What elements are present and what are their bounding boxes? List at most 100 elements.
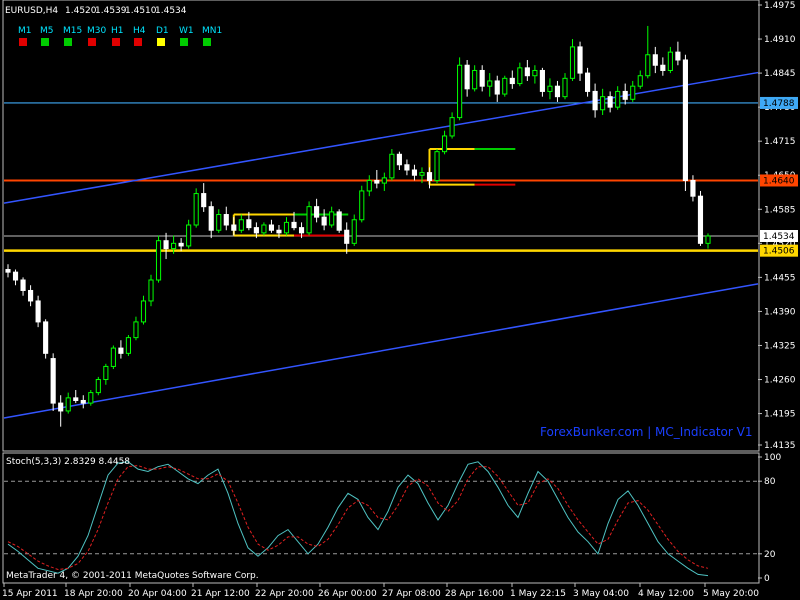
price-level-labels: 1.4788 1.4640 1.4534 1.4506 xyxy=(760,96,798,257)
price-level-label: 1.4788 xyxy=(763,99,795,109)
candle-body xyxy=(426,172,433,181)
candle-body xyxy=(472,69,478,90)
candle-body xyxy=(434,151,440,181)
candle-body xyxy=(690,179,696,197)
candle-body xyxy=(607,96,613,108)
candle-body xyxy=(118,347,124,354)
candle-body xyxy=(321,216,327,226)
candle-body xyxy=(366,179,372,192)
timeframe-label-m30[interactable]: M30 xyxy=(87,26,106,36)
timeframe-status-w1 xyxy=(180,38,188,46)
candle-body xyxy=(12,271,19,281)
candle-body xyxy=(532,69,538,77)
candle-body xyxy=(682,59,688,181)
time-tick-label: 4 May 12:00 xyxy=(638,589,694,599)
candle-body xyxy=(404,164,410,171)
candle-body xyxy=(697,195,704,244)
candle-body xyxy=(163,240,169,250)
candle-body xyxy=(125,337,131,354)
candle-body xyxy=(464,64,470,90)
candle-body xyxy=(637,75,643,87)
timeframe-status-mn1 xyxy=(203,38,211,46)
price-tick-label: 1.4390 xyxy=(764,307,796,317)
copyright-text: MetaTrader 4, © 2001-2011 MetaQuotes Sof… xyxy=(6,571,259,581)
timeframe-status-m5 xyxy=(41,38,49,46)
time-tick-label: 1 May 22:15 xyxy=(510,589,566,599)
timeframe-label-m15[interactable]: M15 xyxy=(63,26,82,36)
price-tick-label: 1.4585 xyxy=(764,205,796,215)
ohlc-low: 1.4510 xyxy=(125,6,157,16)
candle-body xyxy=(396,153,402,166)
time-tick-label: 21 Apr 12:00 xyxy=(191,589,250,599)
time-tick-label: 15 Apr 2011 xyxy=(2,589,58,599)
candle-body xyxy=(88,392,94,404)
ohlc-close: 1.4534 xyxy=(155,6,187,16)
time-tick-label: 22 Apr 20:00 xyxy=(255,589,314,599)
candle-body xyxy=(223,214,229,226)
candle-body xyxy=(562,77,568,98)
price-tick-label: 1.4715 xyxy=(764,137,796,147)
candle-body xyxy=(276,229,282,234)
timeframe-label-h4[interactable]: H4 xyxy=(133,26,146,36)
candle-body xyxy=(441,135,448,153)
mt4-chart-window[interactable]: 1.49751.49101.48451.47801.47151.46501.45… xyxy=(0,0,800,600)
ohlc-high: 1.4539 xyxy=(95,6,127,16)
candle-body xyxy=(660,64,666,71)
candle-body xyxy=(65,397,71,412)
time-tick-label: 5 May 20:00 xyxy=(703,589,759,599)
candle-body xyxy=(592,90,598,111)
candle-body xyxy=(193,193,199,226)
candle-body xyxy=(43,321,49,354)
price-axis: 1.49751.49101.48451.47801.47151.46501.45… xyxy=(758,1,796,451)
timeframe-label-d1[interactable]: D1 xyxy=(156,26,169,36)
candle-body xyxy=(171,242,177,250)
stoch-tick-label: 100 xyxy=(764,453,781,463)
candle-body xyxy=(645,54,651,77)
candle-body xyxy=(374,179,380,184)
candle-body xyxy=(178,242,184,247)
candle-body xyxy=(381,177,387,184)
candle-body xyxy=(524,67,530,77)
candle-body xyxy=(487,80,493,87)
candle-body xyxy=(411,169,418,176)
candle-body xyxy=(186,224,192,247)
candle-body xyxy=(246,219,252,229)
candle-body xyxy=(80,399,86,404)
timeframe-label-m1[interactable]: M1 xyxy=(18,26,32,36)
candle-body xyxy=(5,269,11,273)
price-tick-label: 1.4975 xyxy=(764,1,796,11)
candle-body xyxy=(449,117,455,137)
candle-body xyxy=(569,46,576,79)
candle-body xyxy=(216,214,222,231)
candle-body xyxy=(208,206,214,231)
candle-body xyxy=(517,67,523,85)
candle-body xyxy=(359,190,365,221)
candle-body xyxy=(336,211,342,231)
candle-body xyxy=(622,90,628,100)
candle-body xyxy=(231,224,237,231)
timeframe-status-m30 xyxy=(88,38,96,46)
candle-body xyxy=(479,69,485,87)
price-tick-label: 1.4260 xyxy=(764,376,796,386)
candle-body xyxy=(50,358,56,404)
time-tick-label: 3 May 04:00 xyxy=(573,589,629,599)
stoch-tick-label: 0 xyxy=(764,574,770,584)
timeframe-label-w1[interactable]: W1 xyxy=(179,26,194,36)
candle-body xyxy=(261,224,267,234)
price-level-label: 1.4506 xyxy=(763,247,795,257)
candle-body xyxy=(291,221,297,229)
price-tick-label: 1.4195 xyxy=(764,410,796,420)
watermark: ForexBunker.com | MC_Indicator V1 xyxy=(540,425,752,439)
candle-body xyxy=(133,321,139,339)
candle-body xyxy=(389,153,395,179)
timeframe-label-m5[interactable]: M5 xyxy=(40,26,54,36)
ohlc-open: 1.4520 xyxy=(65,6,97,16)
candle-body xyxy=(502,77,508,95)
price-tick-label: 1.4455 xyxy=(764,273,796,283)
timeframe-label-h1[interactable]: H1 xyxy=(111,26,124,36)
candle-body xyxy=(253,227,259,234)
candle-body xyxy=(615,90,621,108)
candle-body xyxy=(547,85,553,92)
candle-body xyxy=(95,379,101,394)
timeframe-label-mn1[interactable]: MN1 xyxy=(202,26,222,36)
